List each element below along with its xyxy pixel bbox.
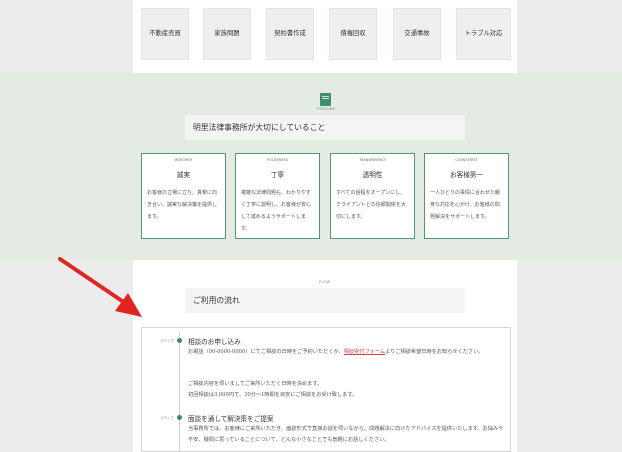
annotation-arrow-icon (58, 257, 142, 317)
